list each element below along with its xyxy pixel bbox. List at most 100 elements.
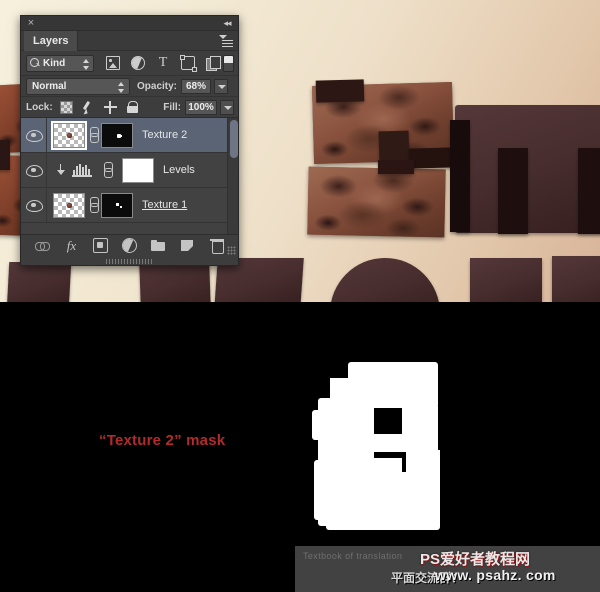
table-row[interactable]: Texture 1 <box>21 187 238 223</box>
eye-icon[interactable] <box>26 200 43 212</box>
brownie-notch-topleft <box>315 79 365 103</box>
brownie-notch-middle <box>378 130 410 164</box>
new-layer-icon[interactable] <box>180 238 195 253</box>
layers-panel[interactable]: × ◂◂ Layers Kind T Normal Opacity: 68% L… <box>20 15 239 266</box>
texture-2-mask-shape <box>310 360 460 535</box>
mask-caption: “Texture 2” mask <box>99 432 226 449</box>
layer-name[interactable]: Texture 2 <box>142 129 187 141</box>
layer-mask-thumbnail[interactable] <box>122 157 154 183</box>
layer-mask-thumbnail[interactable] <box>101 122 133 148</box>
choco-letter-T-notch-right <box>578 148 600 234</box>
layer-visibility-cell[interactable] <box>21 187 47 223</box>
table-row[interactable]: Texture 2 <box>21 118 238 153</box>
link-layers-icon[interactable] <box>35 238 50 253</box>
panel-drag-handle[interactable] <box>105 259 154 264</box>
pixel-layers-filter-icon[interactable] <box>106 56 120 70</box>
choco-bottom-letter-1 <box>6 262 72 302</box>
choco-bottom-letter-O <box>330 258 440 302</box>
mask-right-upper <box>402 406 438 436</box>
blend-mode-row: Normal Opacity: 68% <box>21 76 238 97</box>
choco-bottom-letter-5 <box>552 256 600 302</box>
layer-visibility-cell[interactable] <box>21 118 47 153</box>
lock-all-icon[interactable] <box>126 101 139 114</box>
eye-icon[interactable] <box>26 130 43 142</box>
eye-icon[interactable] <box>26 165 43 177</box>
collapse-panel-icon[interactable]: ◂◂ <box>220 17 234 29</box>
layer-thumbnails <box>47 192 133 218</box>
lock-icons-group <box>59 100 139 114</box>
watermark-overlay: Textbook of translation 平面交流群： PS爱好者教程网 … <box>295 546 600 592</box>
filter-kind-label: Kind <box>43 57 66 69</box>
watermark-site-name: PS爱好者教程网 <box>420 551 531 568</box>
layer-mask-thumbnail[interactable] <box>101 192 133 218</box>
lock-image-pixels-icon[interactable] <box>82 101 95 114</box>
adjustment-layers-filter-icon[interactable] <box>131 56 145 70</box>
lock-label: Lock: <box>26 101 53 113</box>
mask-middle-block <box>350 406 374 466</box>
close-icon[interactable]: × <box>25 17 37 29</box>
mask-bottom-right-block <box>406 450 440 490</box>
photoshop-canvas-artwork: × ◂◂ Layers Kind T Normal Opacity: 68% L… <box>0 0 600 302</box>
link-mask-icon[interactable] <box>102 162 113 178</box>
link-mask-icon[interactable] <box>88 127 99 143</box>
choco-letter-T-shadow <box>450 120 470 232</box>
panel-tabs: Layers <box>21 31 238 51</box>
layer-filter-row: Kind T <box>21 51 238 76</box>
lock-transparent-pixels-icon[interactable] <box>59 100 73 114</box>
scrollbar-thumb[interactable] <box>229 120 238 158</box>
brownie-notch-midbar <box>378 160 414 174</box>
choco-bottom-letter-4 <box>470 258 542 302</box>
mask-edge-notch-lowleft <box>314 460 330 520</box>
adjustment-layer-glyphs <box>47 157 154 183</box>
filter-type-icons: T <box>106 54 221 72</box>
resize-grip-icon[interactable] <box>227 246 236 255</box>
link-mask-icon[interactable] <box>88 197 99 213</box>
new-adjustment-layer-icon[interactable] <box>122 238 137 253</box>
layer-style-fx-icon[interactable]: fx <box>64 238 79 253</box>
blend-mode-value: Normal <box>32 80 67 92</box>
brownie-tile-lower <box>307 166 446 238</box>
clipping-mask-arrow-icon <box>56 164 65 176</box>
levels-adjustment-icon[interactable] <box>72 163 92 177</box>
watermark-url: www. psahz. com <box>435 567 556 583</box>
search-icon <box>30 58 40 68</box>
lock-position-icon[interactable] <box>103 100 117 114</box>
panel-titlebar[interactable]: × ◂◂ <box>21 16 238 31</box>
opacity-dropdown-arrow-icon[interactable] <box>214 78 229 94</box>
fill-label: Fill: <box>163 101 181 113</box>
table-row[interactable]: Levels <box>21 152 238 188</box>
add-layer-mask-icon[interactable] <box>93 238 108 253</box>
opacity-input[interactable]: 68% <box>181 78 212 94</box>
layers-panel-footer: fx <box>21 234 238 256</box>
shape-layers-filter-icon[interactable] <box>179 54 197 72</box>
layer-list[interactable]: Texture 2 Levels Texture 1 <box>21 118 238 234</box>
choco-letter-T-notch-left <box>498 148 528 234</box>
filter-kind-select[interactable]: Kind <box>26 54 94 72</box>
chevron-updown-icon <box>118 81 125 93</box>
layer-thumbnails <box>47 120 133 150</box>
delete-layer-icon[interactable] <box>209 238 224 254</box>
layer-thumbnail[interactable] <box>53 192 85 218</box>
panel-menu-icon[interactable] <box>219 35 233 47</box>
layer-thumbnail[interactable] <box>51 120 87 150</box>
lock-row: Lock: Fill: 100% <box>21 97 238 118</box>
choco-letter-left-bar <box>0 140 10 170</box>
type-layers-filter-icon[interactable]: T <box>156 56 170 70</box>
layer-name[interactable]: Levels <box>163 164 195 176</box>
tab-layers[interactable]: Layers <box>24 31 79 51</box>
layer-visibility-cell[interactable] <box>21 152 47 188</box>
fill-input[interactable]: 100% <box>185 99 217 115</box>
fill-dropdown-arrow-icon[interactable] <box>220 99 234 115</box>
layer-list-scrollbar[interactable] <box>227 118 238 234</box>
screenshot-root: × ◂◂ Layers Kind T Normal Opacity: 68% L… <box>0 0 600 592</box>
mask-edge-notch-left <box>312 410 326 440</box>
layer-name[interactable]: Texture 1 <box>142 199 187 211</box>
smart-object-filter-icon[interactable] <box>206 56 221 71</box>
brownie-notch-right <box>408 147 455 169</box>
watermark-left-text: Textbook of translation <box>303 551 403 561</box>
chevron-updown-icon <box>83 58 90 70</box>
new-group-icon[interactable] <box>151 238 166 253</box>
blend-mode-select[interactable]: Normal <box>26 77 130 95</box>
opacity-label: Opacity: <box>137 80 178 92</box>
filter-enable-toggle[interactable] <box>223 55 234 72</box>
